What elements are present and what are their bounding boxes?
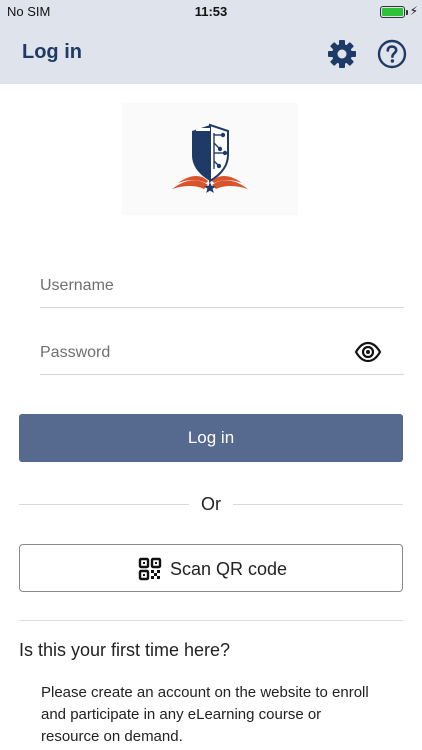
battery-nub (406, 10, 408, 15)
institution-logo (122, 103, 298, 215)
scan-qr-label: Scan QR code (170, 558, 288, 579)
username-input[interactable] (40, 268, 350, 304)
page-title: Log in (22, 41, 82, 63)
show-password-button[interactable] (354, 340, 382, 364)
first-time-heading: Is this your first time here? (19, 640, 231, 660)
shield-book-logo-icon (172, 123, 248, 193)
or-divider: Or (19, 494, 403, 514)
login-button[interactable]: Log in (19, 414, 403, 462)
password-input[interactable] (40, 335, 350, 371)
battery-icon (380, 6, 405, 18)
help-button[interactable] (376, 38, 408, 70)
charging-bolt-icon: ⚡ (409, 4, 418, 18)
gear-icon (328, 40, 356, 68)
scan-qr-content: Scan QR code (138, 557, 287, 581)
settings-button[interactable] (326, 38, 358, 70)
clock: 11:53 (194, 4, 228, 19)
username-field-container (40, 268, 404, 308)
qr-code-icon (138, 557, 162, 581)
password-field-container (40, 335, 404, 375)
section-divider (19, 620, 403, 621)
app-header: Log in (0, 24, 422, 84)
or-label: Or (201, 494, 221, 514)
eye-icon (354, 341, 382, 363)
battery-level (382, 8, 403, 16)
scan-qr-button[interactable]: Scan QR code (19, 544, 403, 592)
signup-instructions: Please create an account on the website … (41, 684, 369, 745)
status-bar: No SIM 11:53 ⚡ (0, 0, 422, 24)
question-circle-icon (377, 39, 407, 69)
